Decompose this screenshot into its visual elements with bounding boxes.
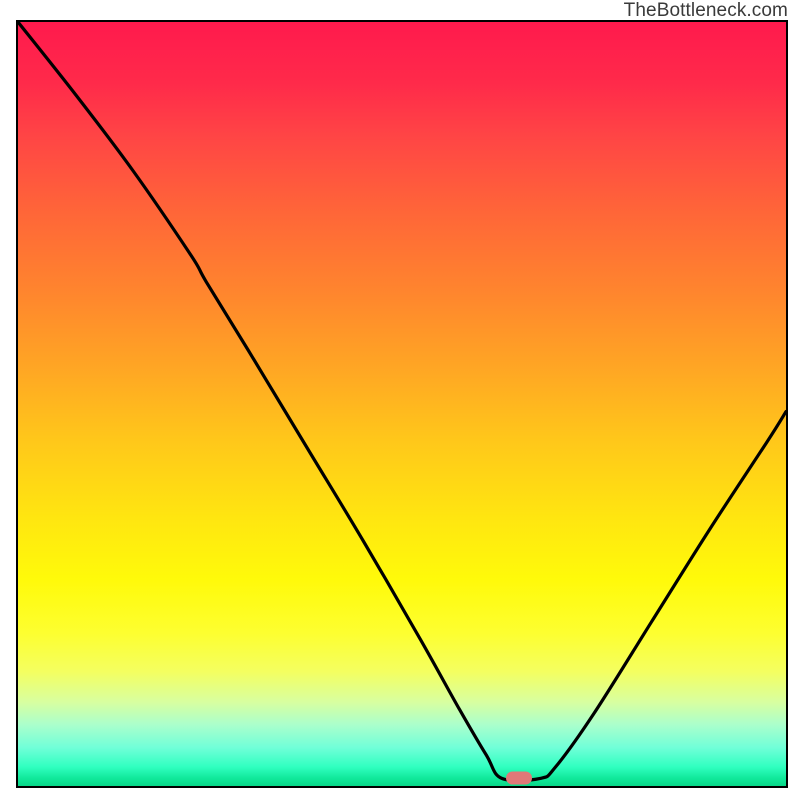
- watermark-text: TheBottleneck.com: [624, 0, 788, 22]
- plot-area: [16, 20, 788, 788]
- chart-container: TheBottleneck.com: [0, 0, 800, 800]
- curve-svg: [18, 22, 786, 786]
- bottleneck-curve: [18, 22, 786, 781]
- optimal-marker: [506, 771, 532, 784]
